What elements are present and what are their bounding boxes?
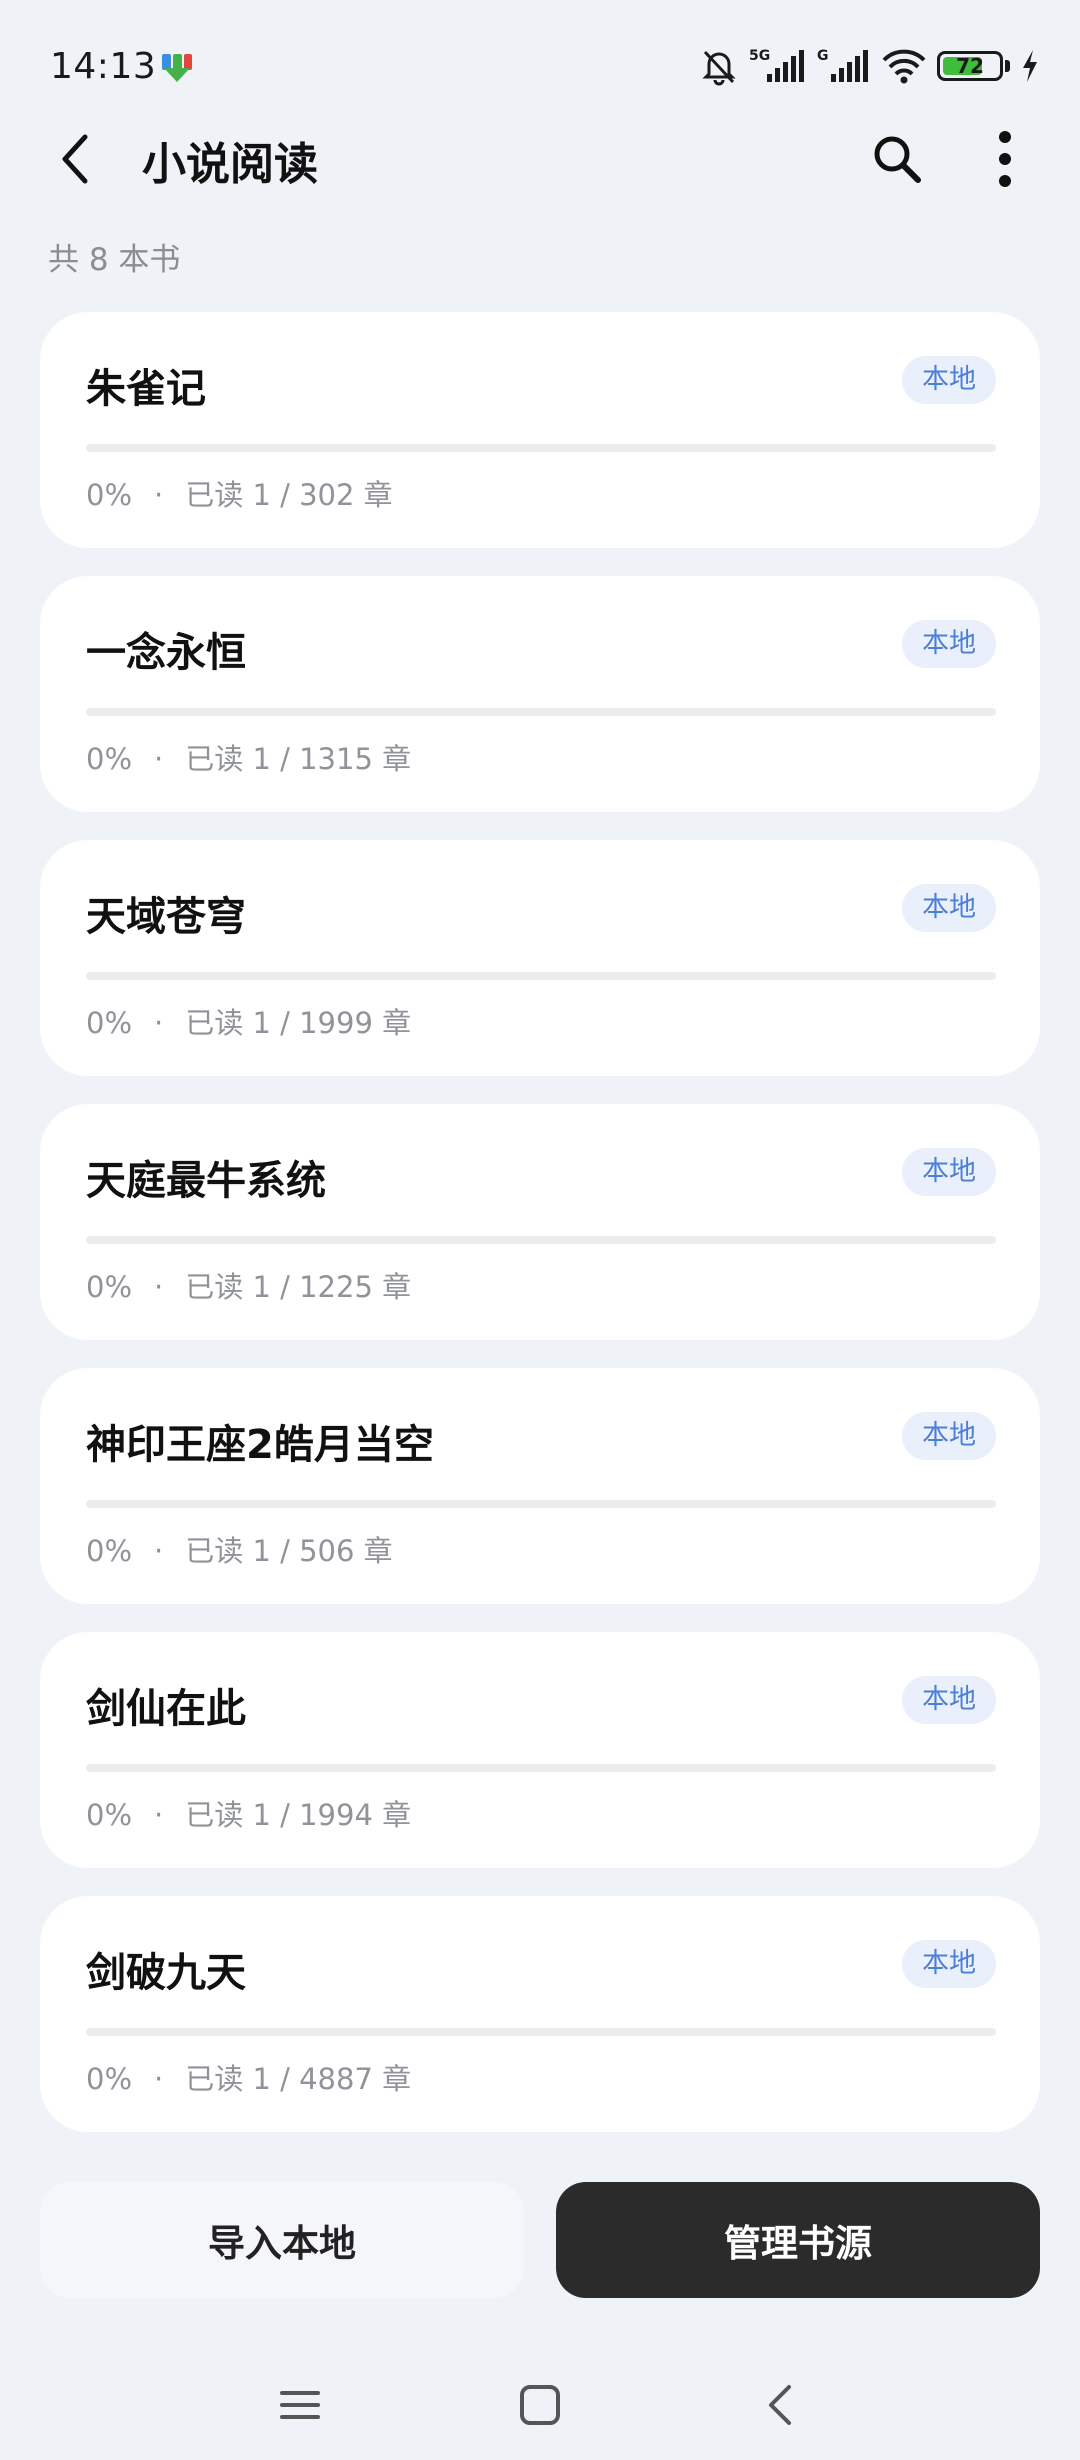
chapters-read: 已读 1 / 506 章 <box>185 1534 393 1568</box>
book-progress-meta: 0% · 已读 1 / 4887 章 <box>86 2056 411 2098</box>
wifi-icon <box>882 49 926 84</box>
book-title: 剑仙在此 <box>86 1686 246 1732</box>
book-progress-meta: 0% · 已读 1 / 1225 章 <box>86 1264 411 1306</box>
signal-5g-icon: 5G <box>749 48 804 82</box>
chevron-left-icon <box>62 134 88 184</box>
mute-bell-icon <box>702 50 736 86</box>
book-card[interactable]: 剑仙在此 本地 0% · 已读 1 / 1994 章 <box>40 1632 1040 1868</box>
book-progress-meta: 0% · 已读 1 / 1315 章 <box>86 736 411 778</box>
progress-percent: 0% <box>86 742 133 776</box>
local-badge: 本地 <box>902 1940 996 1988</box>
book-progress-meta: 0% · 已读 1 / 506 章 <box>86 1528 393 1570</box>
network-label-g: G <box>817 48 829 64</box>
book-title: 朱雀记 <box>86 366 206 412</box>
book-title: 剑破九天 <box>86 1950 246 1996</box>
book-list: 朱雀记 本地 0% · 已读 1 / 302 章 一念永恒 本地 0% · 已读 1 /… <box>40 312 1040 2160</box>
meta-separator: · <box>154 1534 164 1568</box>
import-local-button[interactable]: 导入本地 <box>40 2182 524 2298</box>
progress-bar <box>86 1500 996 1508</box>
local-badge: 本地 <box>902 620 996 668</box>
search-button[interactable] <box>862 124 932 194</box>
chapters-read: 已读 1 / 1225 章 <box>185 1270 412 1304</box>
progress-percent: 0% <box>86 478 133 512</box>
search-icon <box>874 136 921 183</box>
book-card[interactable]: 一念永恒 本地 0% · 已读 1 / 1315 章 <box>40 576 1040 812</box>
book-title: 神印王座2皓月当空 <box>86 1422 434 1468</box>
menu-icon <box>280 2391 320 2419</box>
battery-level: 72 <box>956 54 984 78</box>
local-badge: 本地 <box>902 884 996 932</box>
system-nav-bar <box>0 2350 1080 2460</box>
page-title: 小说阅读 <box>142 139 318 190</box>
book-card[interactable]: 天域苍穹 本地 0% · 已读 1 / 1999 章 <box>40 840 1040 1076</box>
book-progress-meta: 0% · 已读 1 / 302 章 <box>86 472 393 514</box>
local-badge: 本地 <box>902 356 996 404</box>
network-label-5g: 5G <box>749 48 770 64</box>
book-card[interactable]: 剑破九天 本地 0% · 已读 1 / 4887 章 <box>40 1896 1040 2132</box>
more-options-button[interactable] <box>970 124 1040 194</box>
charging-icon <box>1023 50 1037 82</box>
meta-separator: · <box>154 1006 164 1040</box>
meta-separator: · <box>154 478 164 512</box>
progress-bar <box>86 708 996 716</box>
app-header: 小说阅读 <box>0 110 1080 200</box>
book-title: 一念永恒 <box>86 630 246 676</box>
battery-icon: 72 <box>937 51 1003 81</box>
meta-separator: · <box>154 2062 164 2096</box>
nav-menu-button[interactable] <box>260 2370 340 2440</box>
book-count-label: 共 8 本书 <box>48 242 181 278</box>
meta-separator: · <box>154 742 164 776</box>
manage-sources-button[interactable]: 管理书源 <box>556 2182 1040 2298</box>
book-card[interactable]: 天庭最牛系统 本地 0% · 已读 1 / 1225 章 <box>40 1104 1040 1340</box>
chapters-read: 已读 1 / 4887 章 <box>185 2062 412 2096</box>
nav-back-button[interactable] <box>740 2370 820 2440</box>
progress-bar <box>86 1236 996 1244</box>
local-badge: 本地 <box>902 1676 996 1724</box>
home-icon <box>520 2385 560 2425</box>
progress-bar <box>86 444 996 452</box>
book-title: 天庭最牛系统 <box>86 1158 326 1204</box>
progress-bar <box>86 1764 996 1772</box>
more-vertical-icon <box>999 131 1011 187</box>
progress-percent: 0% <box>86 1798 133 1832</box>
chapters-read: 已读 1 / 1315 章 <box>185 742 412 776</box>
meta-separator: · <box>154 1798 164 1832</box>
chapters-read: 已读 1 / 1999 章 <box>185 1006 412 1040</box>
back-button[interactable] <box>40 124 110 194</box>
battery-cap <box>1005 60 1010 72</box>
signal-g-icon: G <box>817 48 868 82</box>
progress-bar <box>86 2028 996 2036</box>
status-icons: 5G G 72 <box>699 44 1040 88</box>
progress-percent: 0% <box>86 1270 133 1304</box>
book-title: 天域苍穹 <box>86 894 246 940</box>
book-card[interactable]: 神印王座2皓月当空 本地 0% · 已读 1 / 506 章 <box>40 1368 1040 1604</box>
nav-home-button[interactable] <box>500 2370 580 2440</box>
back-icon <box>769 2385 791 2425</box>
progress-bar <box>86 972 996 980</box>
chapters-read: 已读 1 / 302 章 <box>185 478 393 512</box>
progress-percent: 0% <box>86 1534 133 1568</box>
meta-separator: · <box>154 1270 164 1304</box>
book-progress-meta: 0% · 已读 1 / 1999 章 <box>86 1000 411 1042</box>
progress-percent: 0% <box>86 1006 133 1040</box>
app-screen: 14:13 5G G 72 小说阅读 共 8 本书 朱雀记 本地 0% · 已读… <box>0 0 1080 2460</box>
local-badge: 本地 <box>902 1412 996 1460</box>
book-progress-meta: 0% · 已读 1 / 1994 章 <box>86 1792 411 1834</box>
app-notification-icon <box>162 54 192 82</box>
local-badge: 本地 <box>902 1148 996 1196</box>
book-card[interactable]: 朱雀记 本地 0% · 已读 1 / 302 章 <box>40 312 1040 548</box>
progress-percent: 0% <box>86 2062 133 2096</box>
chapters-read: 已读 1 / 1994 章 <box>185 1798 412 1832</box>
status-time: 14:13 <box>50 46 157 87</box>
